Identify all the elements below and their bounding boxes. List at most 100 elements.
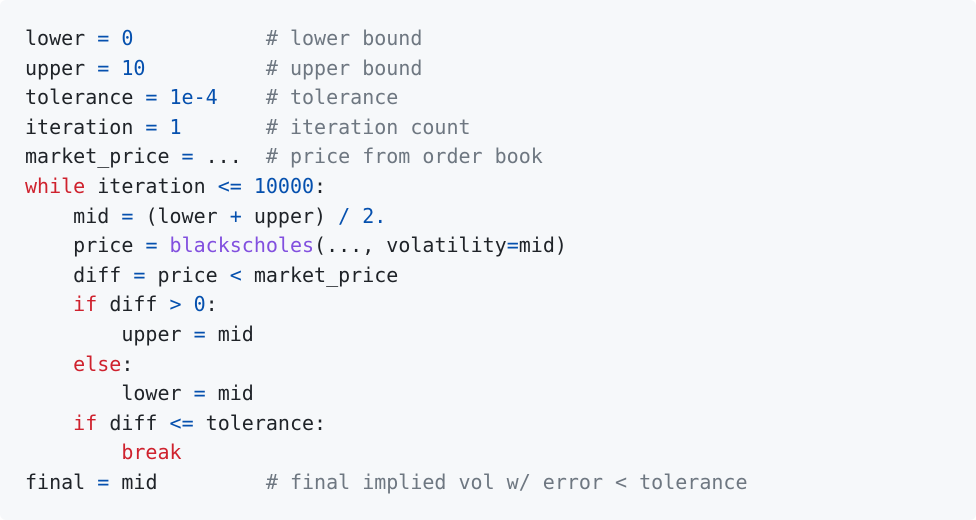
identifier-token: mid [121,469,158,494]
code-block: lower = 0 # lower bound upper = 10 # uppe… [0,0,976,520]
comment-token: # lower bound [265,26,423,50]
comment-token: # price from order book [265,144,543,169]
identifier-token: : [205,292,218,317]
operator-token: = [121,203,134,228]
code-line: break [25,438,951,468]
operator-token: < [229,262,242,287]
operator-token: / [338,203,351,228]
code-line: market_price = ... # price from order bo… [25,142,951,172]
identifier-token: : [314,173,327,198]
code-line: else: [25,350,951,380]
operator-token: = [145,233,158,258]
code-line: upper = mid [25,320,951,350]
number-token: 1 [169,114,182,139]
code-line: upper = 10 # upper bound [25,54,951,84]
code-line: lower = mid [25,379,951,409]
comment-token: # iteration count [265,114,471,139]
operator-token: = [97,26,110,50]
identifier-token: lower [25,26,86,50]
identifier-token: iteration [25,114,134,139]
code-line: iteration = 1 # iteration count [25,113,951,143]
operator-token: = [193,321,206,346]
identifier-token: (..., volatility [314,233,507,258]
code-line: lower = 0 # lower bound [25,24,951,54]
keyword-token: while [25,173,86,198]
identifier-token: upper) [253,203,327,228]
operator-token: + [229,203,242,228]
number-token: 0 [121,26,134,50]
operator-token: = [97,55,110,80]
comment-token: # final implied vol w/ error < tolerance [265,469,748,494]
identifier-token: lower [121,381,182,406]
number-token: 10000 [253,173,315,198]
identifier-token: final [25,469,86,494]
identifier-token: mid [73,203,110,228]
identifier-token: iteration [97,173,206,198]
operator-token: <= [217,173,242,198]
identifier-token: mid [217,321,254,346]
number-token: 2. [362,203,387,228]
operator-token: <= [169,410,194,435]
operator-token: = [181,144,194,169]
identifier-token: (lower [145,203,218,228]
code-line: while iteration <= 10000: [25,172,951,202]
code-line: mid = (lower + upper) / 2. [25,202,951,232]
code-lines: lower = 0 # lower bound upper = 10 # uppe… [25,24,951,498]
code-line: if diff <= tolerance: [25,409,951,439]
number-token: 10 [121,55,146,80]
function-token: blackscholes [169,233,315,258]
operator-token: = [97,469,110,494]
code-line: price = blackscholes(..., volatility=mid… [25,231,951,261]
identifier-token: diff [109,410,158,435]
code-line: tolerance = 1e-4 # tolerance [25,83,951,113]
identifier-token: : [121,351,134,376]
code-line: diff = price < market_price [25,261,951,291]
operator-token: = [145,114,158,139]
identifier-token: tolerance: [205,410,327,435]
operator-token: = [506,233,519,258]
